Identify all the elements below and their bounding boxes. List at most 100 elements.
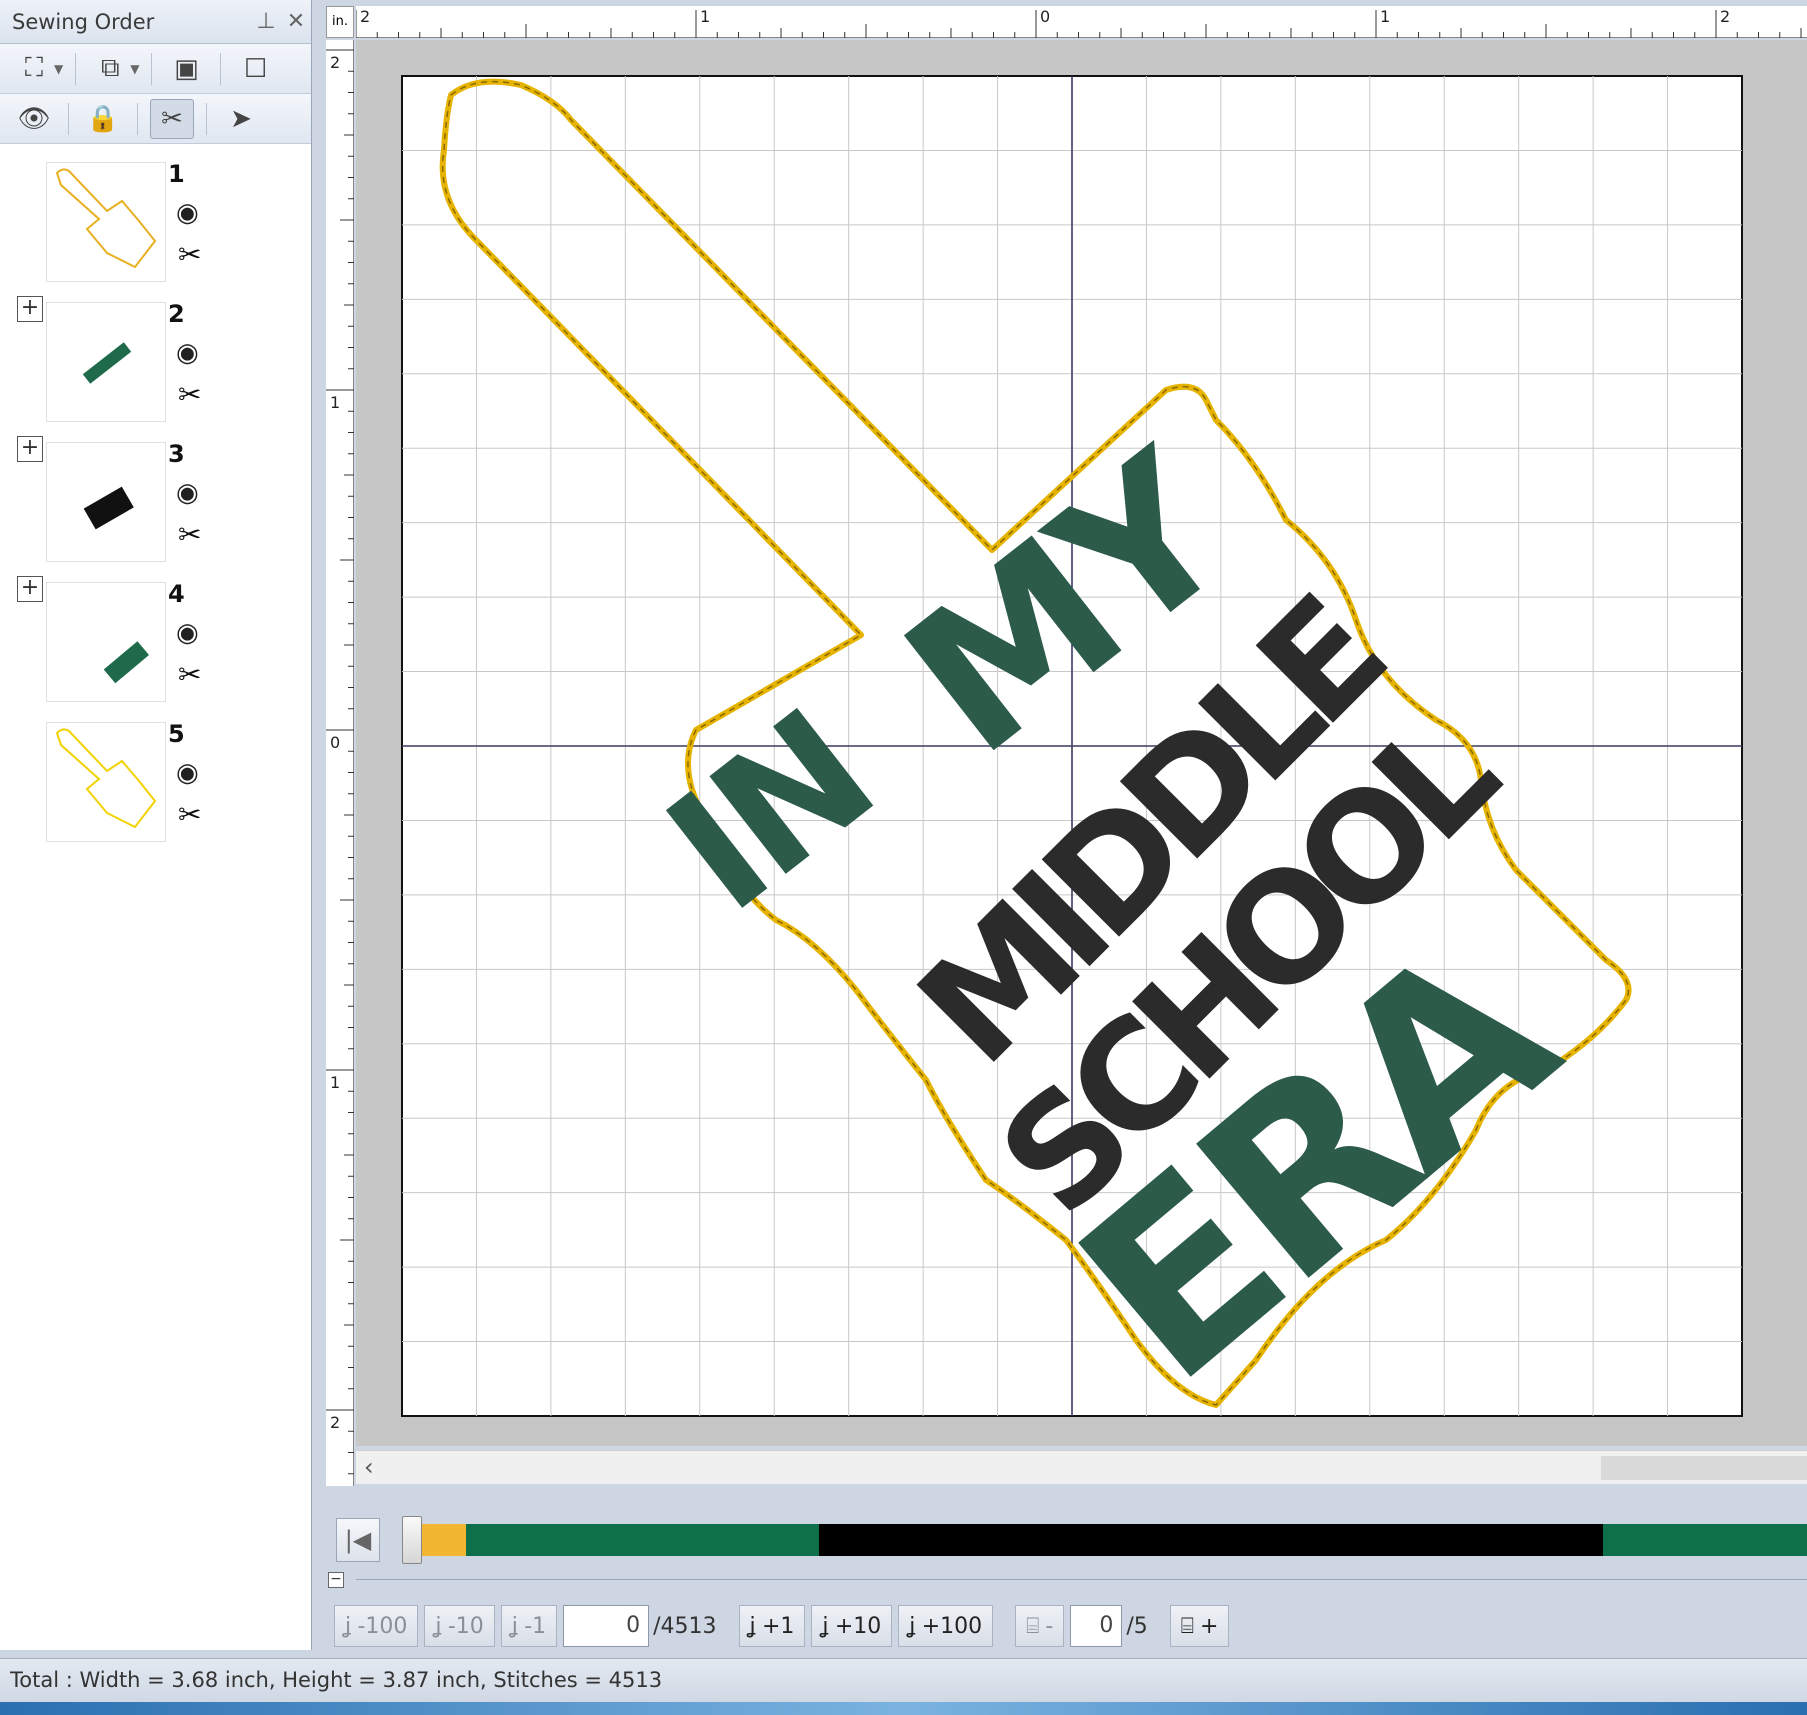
visibility-eye-icon[interactable]: ◉ <box>176 618 199 648</box>
toolbar-separator <box>137 102 138 135</box>
spool-icon: ⌸ <box>1180 1613 1194 1639</box>
item-thumbnail[interactable] <box>46 722 166 842</box>
status-bar: Total : Width = 3.68 inch, Height = 3.87… <box>0 1658 1807 1702</box>
sewing-order-toolbar-top: ⛶ ▼ ⧉ ▼ ▣ ☐ <box>0 44 311 94</box>
item-number: 3 <box>168 440 185 468</box>
step-forward-1-label: +1 <box>761 1613 795 1639</box>
sewing-order-item[interactable]: +4 ◉ ✂ <box>0 566 312 706</box>
sewing-order-toolbar-bottom: 👁 🔒 ✂ ➤ <box>0 94 311 144</box>
toolbar-separator <box>220 52 222 85</box>
visibility-eye-icon[interactable]: ◉ <box>176 758 199 788</box>
sequence-divider <box>356 1579 1807 1580</box>
sewing-order-list: 1 ◉ ✂ +2 ◉ ✂ +3 ◉ ✂ +4 ◉ ✂ 5 ◉ ✂ <box>0 146 312 846</box>
vertical-ruler: 2 1 0 1 2 <box>326 40 354 1496</box>
color-back-button[interactable]: ⌸ - <box>1015 1605 1065 1647</box>
toolbar-separator <box>68 102 69 135</box>
design-canvas[interactable]: IN MY MIDDLE SCHOOL ERA <box>356 40 1807 1446</box>
ruler-label: 2 <box>330 53 340 72</box>
color-forward-button[interactable]: ⌸ + <box>1169 1605 1230 1647</box>
group-select-icon[interactable]: ⧉ <box>88 49 132 89</box>
total-stitches-label: /4513 <box>653 1613 717 1639</box>
stitch-position-slider[interactable] <box>402 1516 422 1564</box>
visibility-eye-icon[interactable]: ◉ <box>176 338 199 368</box>
trim-scissors-icon[interactable]: ✂ <box>150 98 194 139</box>
step-forward-1-button[interactable]: ʝ +1 <box>738 1605 806 1647</box>
sewing-order-item[interactable]: +3 ◉ ✂ <box>0 426 312 566</box>
close-icon[interactable]: ✕ <box>281 9 311 34</box>
visibility-eye-icon[interactable]: 👁 <box>12 99 56 139</box>
toolbar-separator <box>151 52 153 85</box>
stitch-step-controls: ʝ -100 ʝ -10 ʝ -1 0 /4513 ʝ +1 ʝ +10 ʝ +100 ⌸ -… <box>334 1604 1235 1648</box>
trim-scissors-icon[interactable]: ✂ <box>178 798 201 831</box>
expand-icon[interactable]: + <box>17 576 43 602</box>
color-segment[interactable] <box>819 1524 1604 1556</box>
go-to-start-icon[interactable]: |◀ <box>336 1518 380 1562</box>
step-forward-100-label: +100 <box>921 1613 983 1639</box>
scroll-left-arrow-icon[interactable]: ‹ <box>364 1453 374 1481</box>
trim-scissors-icon[interactable]: ✂ <box>178 658 201 691</box>
ruler-label: 1 <box>700 7 710 26</box>
needle-icon: ʝ <box>909 1613 916 1639</box>
horizontal-ruler: 2 1 0 1 2 <box>355 6 1807 38</box>
ruler-label: 2 <box>330 1413 340 1432</box>
embroidery-app-window: Sewing Order ⊥ ✕ ⛶ ▼ ⧉ ▼ ▣ ☐ 👁 🔒 ✂ ➤ 1 ◉ ✂ +2 ◉ ✂ +3 ◉ ✂… <box>0 0 1807 1715</box>
color-segment[interactable] <box>422 1524 467 1556</box>
hoop-frame-icon[interactable]: ☐ <box>233 49 277 89</box>
step-forward-100-button[interactable]: ʝ +100 <box>898 1605 994 1647</box>
zoom-to-fit-icon[interactable]: ⛶ <box>12 49 56 89</box>
step-back-100-button[interactable]: ʝ -100 <box>334 1605 419 1647</box>
taskbar-strip <box>0 1702 1807 1715</box>
item-number: 4 <box>168 580 185 608</box>
color-segment[interactable] <box>1603 1524 1625 1556</box>
step-back-1-label: -1 <box>524 1613 547 1639</box>
ruler-label: 2 <box>360 7 370 26</box>
trim-scissors-icon[interactable]: ✂ <box>178 518 201 551</box>
horizontal-scrollbar[interactable]: ‹ <box>356 1450 1807 1484</box>
color-segment[interactable] <box>466 1524 820 1556</box>
item-number: 5 <box>168 720 185 748</box>
toolbar-separator <box>206 102 207 135</box>
collapse-toggle-icon[interactable]: − <box>328 1572 344 1588</box>
needle-icon: ʝ <box>822 1613 829 1639</box>
ruler-label: 1 <box>330 393 340 412</box>
scrollbar-thumb[interactable] <box>1601 1456 1807 1480</box>
sewing-order-item[interactable]: 1 ◉ ✂ <box>0 146 312 286</box>
step-back-10-button[interactable]: ʝ -10 <box>424 1605 495 1647</box>
step-forward-10-label: +10 <box>834 1613 882 1639</box>
color-layers-icon[interactable]: ▣ <box>164 49 208 89</box>
select-pointer-icon[interactable]: ➤ <box>219 99 263 139</box>
toolbar-separator <box>75 52 77 85</box>
step-forward-10-button[interactable]: ʝ +10 <box>811 1605 893 1647</box>
ruler-label: 0 <box>1040 7 1050 26</box>
spool-icon: ⌸ <box>1026 1613 1040 1639</box>
sewing-order-item[interactable]: 5 ◉ ✂ <box>0 706 312 846</box>
item-thumbnail[interactable] <box>46 442 166 562</box>
current-color-input[interactable]: 0 <box>1070 1605 1123 1647</box>
sewing-order-panel: Sewing Order ⊥ ✕ ⛶ ▼ ⧉ ▼ ▣ ☐ 👁 🔒 ✂ ➤ 1 ◉ ✂ +2 ◉ ✂ +3 ◉ ✂… <box>0 0 312 1650</box>
panel-header: Sewing Order ⊥ ✕ <box>0 0 311 44</box>
ruler-label: 0 <box>330 733 340 752</box>
item-number: 1 <box>168 160 185 188</box>
ruler-label: 2 <box>1720 7 1730 26</box>
color-sequence-bar[interactable] <box>422 1524 1807 1556</box>
item-thumbnail[interactable] <box>46 162 166 282</box>
lock-icon[interactable]: 🔒 <box>81 99 125 139</box>
step-back-1-button[interactable]: ʝ -1 <box>500 1605 558 1647</box>
item-number: 2 <box>168 300 185 328</box>
current-stitch-input[interactable]: 0 <box>563 1605 650 1647</box>
expand-icon[interactable]: + <box>17 296 43 322</box>
trim-scissors-icon[interactable]: ✂ <box>178 238 201 271</box>
expand-icon[interactable]: + <box>17 436 43 462</box>
sewing-order-item[interactable]: +2 ◉ ✂ <box>0 286 312 426</box>
needle-icon: ʝ <box>749 1613 756 1639</box>
stitch-sequence-row: |◀ <box>326 1514 1807 1566</box>
item-thumbnail[interactable] <box>46 302 166 422</box>
item-thumbnail[interactable] <box>46 582 166 702</box>
visibility-eye-icon[interactable]: ◉ <box>176 198 199 228</box>
color-segment[interactable] <box>1624 1524 1807 1556</box>
color-forward-label: + <box>1199 1613 1219 1639</box>
trim-scissors-icon[interactable]: ✂ <box>178 378 201 411</box>
pin-icon[interactable]: ⊥ <box>251 9 281 34</box>
visibility-eye-icon[interactable]: ◉ <box>176 478 199 508</box>
ruler-label: 1 <box>1380 7 1390 26</box>
